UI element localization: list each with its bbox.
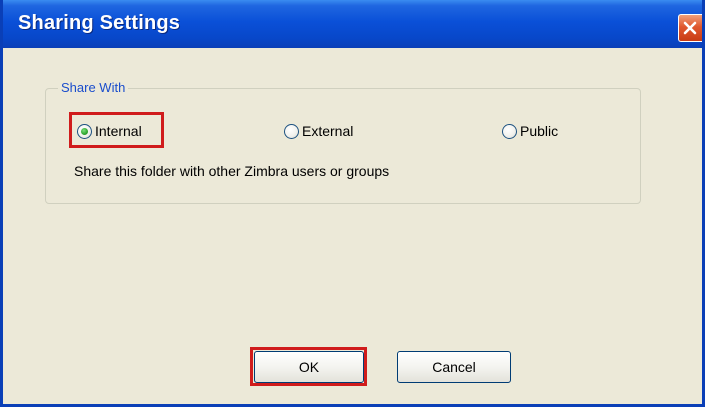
radio-external[interactable]: External (284, 120, 353, 142)
radio-public[interactable]: Public (502, 120, 558, 142)
dialog-title: Sharing Settings (18, 12, 181, 34)
share-description: Share this folder with other Zimbra user… (74, 163, 390, 179)
share-with-legend: Share With (58, 78, 129, 98)
radio-external-label[interactable]: External (302, 123, 353, 139)
cancel-button[interactable]: Cancel (397, 351, 511, 383)
close-icon (683, 21, 697, 35)
ok-button[interactable]: OK (254, 351, 364, 383)
title-bar[interactable]: Sharing Settings (3, 0, 702, 48)
radio-external-button[interactable] (284, 123, 299, 139)
radio-public-button[interactable] (502, 123, 517, 139)
internal-highlight-box (69, 112, 164, 148)
close-button[interactable] (678, 14, 702, 42)
sharing-settings-dialog: Sharing Settings Share With Internal Ext… (0, 0, 705, 407)
share-with-group: Share With Internal External Public Shar… (45, 78, 641, 204)
radio-public-label[interactable]: Public (520, 123, 558, 139)
